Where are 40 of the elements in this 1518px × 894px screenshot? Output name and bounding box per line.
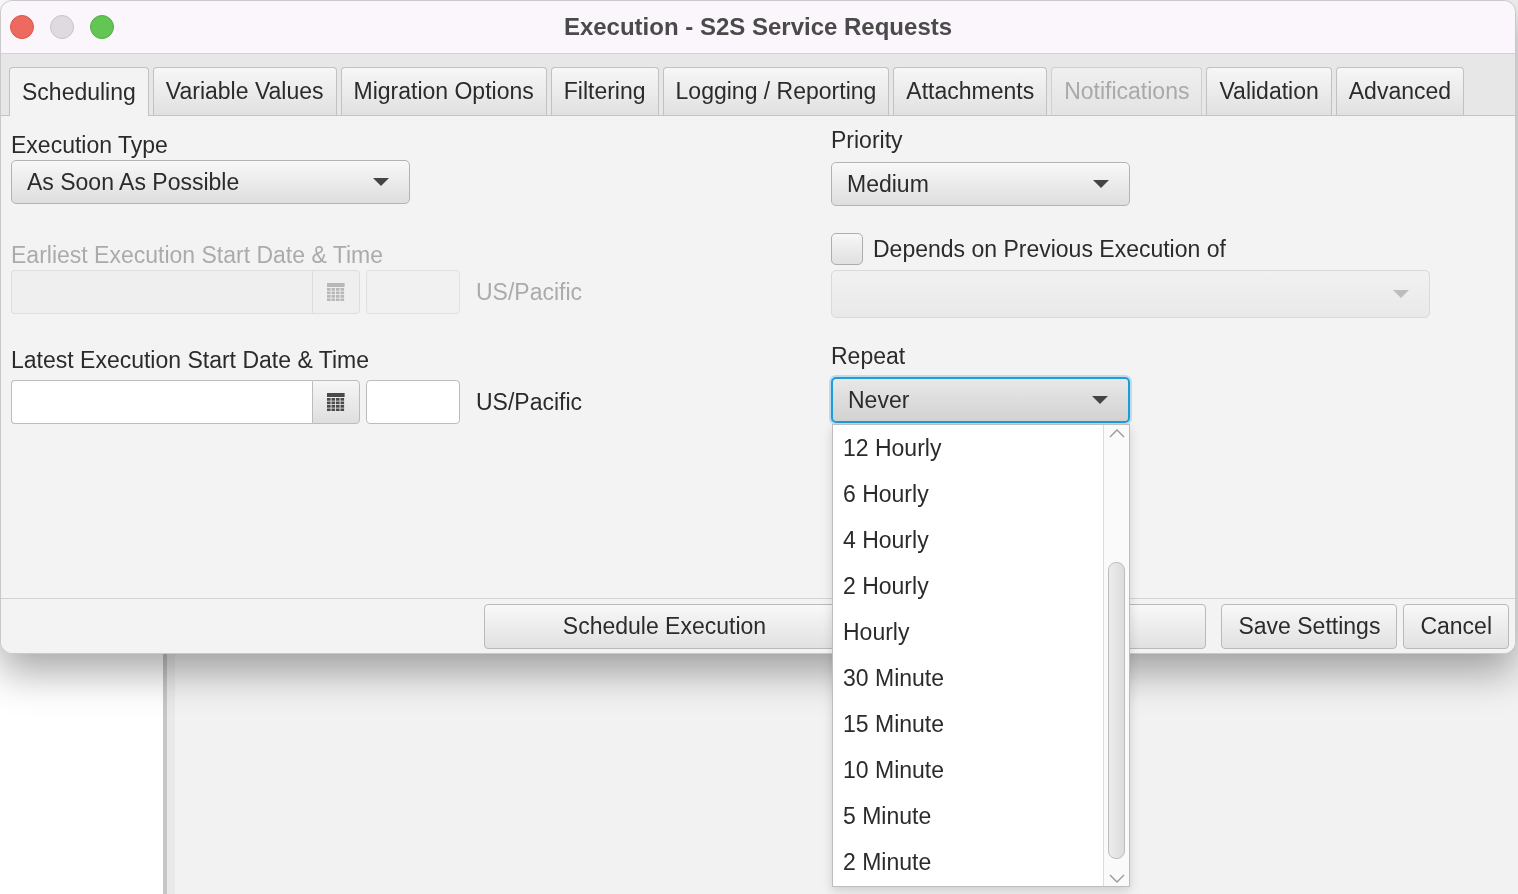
scrollbar[interactable]	[1103, 425, 1129, 886]
action-button[interactable]: Cancel	[1403, 603, 1509, 649]
tab[interactable]: Variable Values	[152, 67, 337, 115]
scrollbar-thumb[interactable]	[1108, 562, 1125, 859]
minimize-button[interactable]	[50, 15, 74, 39]
calendar-icon	[327, 393, 345, 411]
tab[interactable]: Migration Options	[340, 67, 547, 115]
zoom-button[interactable]	[90, 15, 114, 39]
date-field[interactable]	[11, 380, 312, 424]
field-label: Execution Type	[11, 132, 168, 158]
timezone-label: US/Pacific	[476, 278, 583, 306]
chevron-up-icon[interactable]	[1108, 429, 1125, 438]
window-title: Execution - S2S Service Requests	[563, 13, 953, 41]
time-field[interactable]	[366, 380, 460, 424]
caret-icon	[1092, 396, 1108, 404]
tab[interactable]: Advanced	[1335, 67, 1465, 115]
field-label: Earliest Execution Start Date & Time	[11, 242, 383, 268]
calendar-button[interactable]	[312, 380, 360, 424]
caret-icon	[1093, 180, 1109, 188]
tab[interactable]: Attachments	[893, 67, 1048, 115]
field-label: Priority	[831, 127, 903, 153]
checkbox[interactable]	[831, 233, 863, 265]
tab[interactable]: Logging / Reporting	[662, 67, 890, 115]
tab[interactable]: Scheduling	[9, 67, 149, 116]
checkbox-label: Depends on Previous Execution of	[873, 235, 1226, 263]
caret-icon	[1393, 290, 1409, 298]
field-label: Repeat	[831, 343, 906, 369]
tab[interactable]: Validation	[1206, 67, 1332, 115]
dropdown-option[interactable]: 12 Hourly	[833, 425, 1103, 471]
timezone-label: US/Pacific	[476, 388, 583, 416]
repeat-select[interactable]: Never	[831, 377, 1130, 423]
action-button[interactable]: Save Settings	[1221, 603, 1398, 649]
tab[interactable]: Filtering	[550, 67, 659, 115]
caret-icon	[373, 178, 389, 186]
execution-type-select[interactable]: As Soon As Possible	[11, 160, 410, 204]
priority-select[interactable]: Medium	[831, 162, 1130, 206]
field-label: Latest Execution Start Date & Time	[11, 347, 369, 373]
chevron-down-icon[interactable]	[1108, 874, 1125, 883]
close-button[interactable]	[10, 15, 34, 39]
calendar-icon	[327, 283, 345, 301]
